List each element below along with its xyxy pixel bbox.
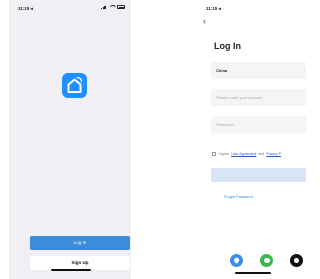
login-screen: 11:15 ◂ ‹ Log In China › Please enter yo… — [197, 0, 306, 279]
agreement-row: I Agree User Agreement and Privacy P — [212, 152, 281, 156]
status-icons — [101, 5, 125, 9]
signup-button[interactable]: Sign Up — [30, 256, 130, 270]
agreement-checkbox[interactable] — [212, 152, 216, 156]
login-button[interactable]: Log In — [30, 236, 130, 250]
wifi-icon — [109, 5, 117, 9]
chevron-right-icon: › — [303, 68, 305, 73]
wechat-login-icon[interactable] — [260, 254, 273, 267]
app-logo-icon — [62, 73, 87, 98]
chevron-left-icon[interactable]: ‹ — [203, 17, 206, 26]
forgot-password-link[interactable]: Forgot Password — [211, 195, 266, 199]
country-select[interactable]: China › — [211, 62, 306, 79]
battery-icon — [117, 5, 125, 9]
agree-and: and — [258, 152, 265, 156]
social-login-row — [230, 254, 303, 267]
agree-prefix: I Agree — [218, 152, 230, 156]
password-input[interactable]: Password — [211, 116, 306, 133]
apple-login-icon[interactable] — [290, 254, 303, 267]
user-agreement-link[interactable]: User Agreement — [231, 152, 256, 156]
privacy-policy-link[interactable]: Privacy P — [266, 152, 281, 156]
home-indicator — [51, 269, 91, 271]
page-title: Log In — [214, 41, 241, 51]
welcome-screen: 11:15 ◂ Log In Sign Up — [9, 0, 131, 279]
phone-login-icon[interactable] — [230, 254, 243, 267]
submit-login-button[interactable] — [211, 168, 306, 182]
status-bar: 11:15 ◂ — [9, 0, 131, 18]
country-value: China — [216, 68, 228, 73]
home-indicator — [235, 272, 271, 274]
status-time: 11:15 ◂ — [206, 6, 221, 11]
status-time: 11:15 ◂ — [18, 6, 33, 11]
signal-icon — [101, 5, 107, 9]
account-input[interactable]: Please enter your account — [211, 89, 306, 106]
